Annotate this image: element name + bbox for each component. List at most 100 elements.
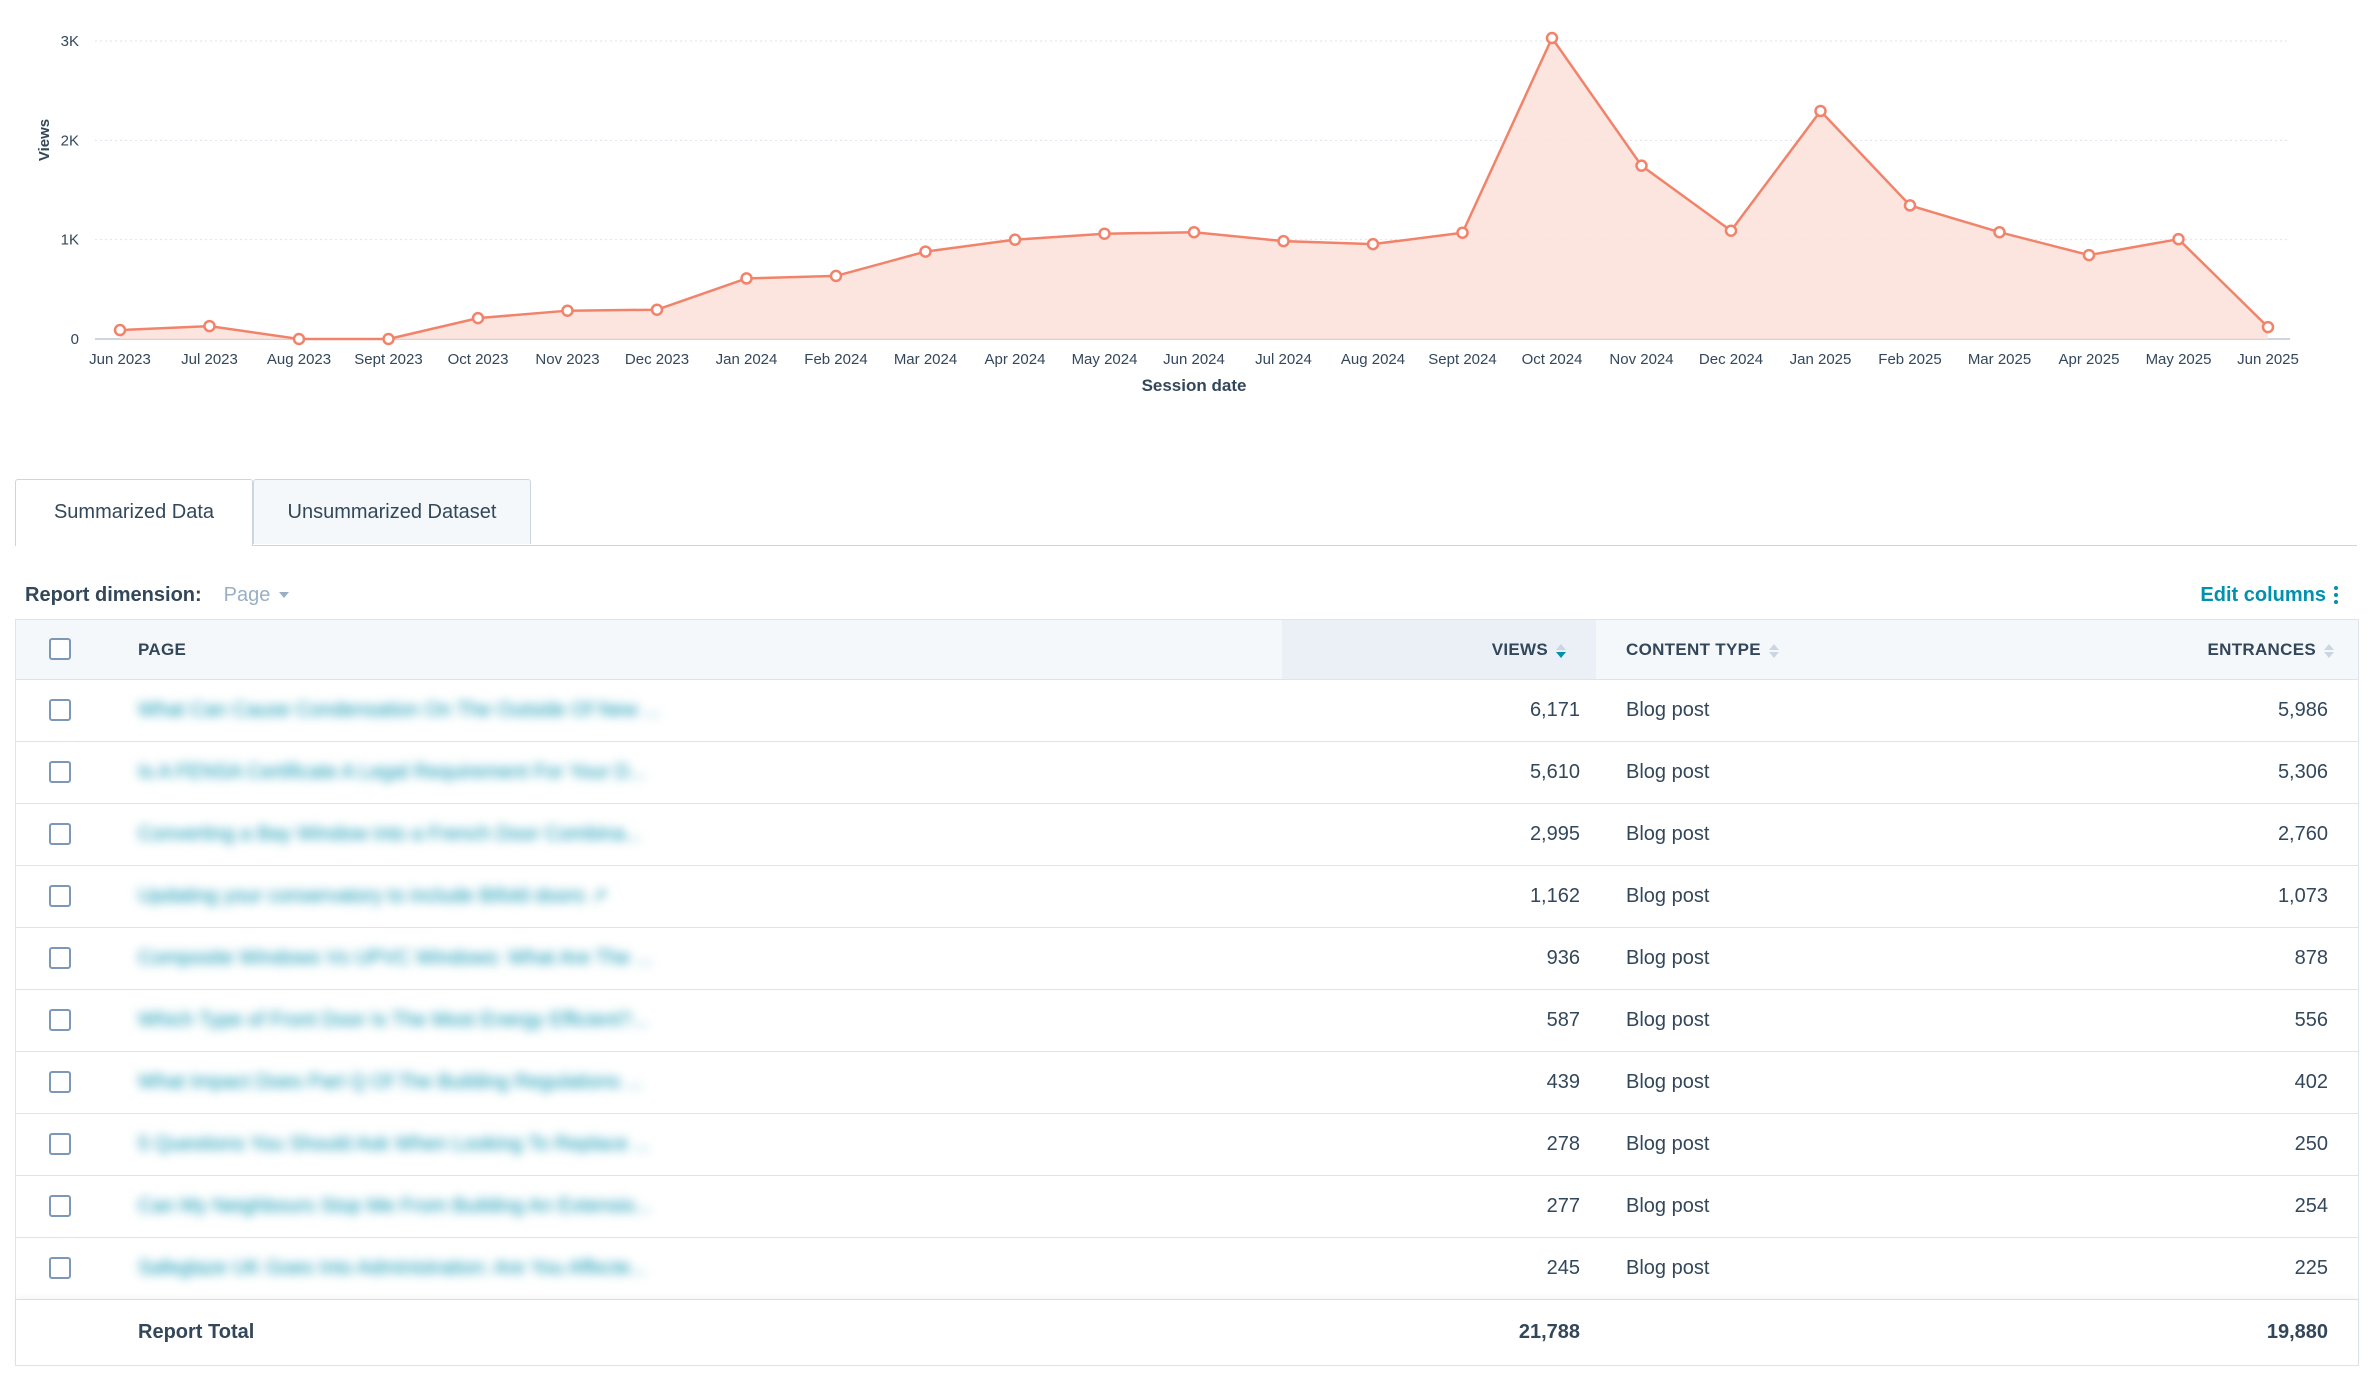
x-tick-label: Jul 2024 — [1255, 351, 1312, 368]
content-type-cell: Blog post — [1626, 1009, 1710, 1031]
data-point[interactable] — [650, 303, 664, 316]
x-tick-label: Oct 2024 — [1522, 351, 1583, 368]
x-tick-label: Jan 2024 — [716, 351, 778, 368]
x-tick-label: Jul 2023 — [181, 351, 238, 368]
row-checkbox[interactable] — [49, 761, 71, 783]
row-checkbox[interactable] — [49, 1133, 71, 1155]
page-link[interactable]: Composite Windows Vs UPVC Windows: What … — [138, 928, 668, 989]
x-tick-label: Aug 2024 — [1341, 351, 1405, 368]
views-cell: 6,171 — [1529, 699, 1580, 721]
data-point[interactable] — [1008, 233, 1022, 246]
page-link[interactable]: What Can Cause Condensation On The Outsi… — [138, 680, 668, 741]
report-total-row: Report Total 21,788 19,880 — [16, 1300, 2358, 1366]
x-tick-label: Jun 2023 — [89, 351, 151, 368]
content-type-cell: Blog post — [1626, 885, 1710, 907]
data-point[interactable] — [1993, 225, 2006, 239]
column-header-entrances-label: ENTRANCES — [2207, 640, 2316, 659]
page-link[interactable]: Is A FENSA Certificate A Legal Requireme… — [138, 742, 668, 803]
entrances-cell: 878 — [2294, 947, 2328, 969]
y-tick-label: 1K — [61, 232, 79, 249]
data-point[interactable] — [919, 245, 932, 258]
data-point[interactable] — [1903, 199, 1917, 212]
x-tick-label: Oct 2023 — [448, 351, 509, 368]
views-cell: 5,610 — [1529, 761, 1580, 783]
column-header-page[interactable]: PAGE — [138, 620, 186, 679]
data-point[interactable] — [1814, 104, 1827, 118]
x-axis-ticks: Jun 2023 Jul 2023 Aug 2023 Sept 2023 Oct 202… — [89, 351, 2299, 368]
tab-bar: Summarized Data Unsummarized Dataset — [15, 479, 2357, 546]
data-point[interactable] — [1098, 227, 1111, 240]
tab-unsummarized-dataset[interactable]: Unsummarized Dataset — [253, 479, 531, 544]
data-point[interactable] — [1456, 226, 1469, 239]
row-checkbox[interactable] — [49, 1257, 71, 1279]
column-header-entrances[interactable]: ENTRANCES — [2207, 620, 2334, 679]
chart-area-layer — [119, 36, 2269, 341]
edit-columns-button[interactable]: Edit columns — [2200, 580, 2338, 610]
entrances-cell: 250 — [2294, 1133, 2328, 1155]
page-link[interactable]: Converting a Bay Window into a French Do… — [138, 804, 668, 865]
page-link[interactable]: Safeglaze UK Goes Into Administration: A… — [138, 1238, 668, 1299]
content-type-cell: Blog post — [1626, 1195, 1710, 1217]
row-checkbox[interactable] — [49, 947, 71, 969]
table-row: Composite Windows Vs UPVC Windows: What … — [16, 928, 2358, 990]
sort-descending-icon — [1556, 643, 1566, 658]
column-header-content-type[interactable]: CONTENT TYPE — [1626, 620, 1779, 679]
data-point[interactable] — [1187, 225, 1201, 239]
column-header-views[interactable]: VIEWS — [1282, 620, 1596, 679]
tab-summarized-data[interactable]: Summarized Data — [15, 479, 253, 546]
data-point[interactable] — [561, 304, 574, 317]
data-point[interactable] — [1366, 237, 1380, 251]
data-point[interactable] — [471, 311, 485, 325]
report-dimension-dropdown[interactable]: Page — [224, 584, 290, 607]
data-point[interactable] — [1277, 234, 1290, 248]
y-tick-label: 2K — [61, 132, 79, 149]
x-tick-label: Dec 2024 — [1699, 351, 1763, 368]
row-checkbox[interactable] — [49, 1071, 71, 1093]
row-checkbox[interactable] — [49, 1195, 71, 1217]
select-all-checkbox[interactable] — [49, 638, 71, 660]
entrances-cell: 5,986 — [2277, 699, 2328, 721]
x-tick-label: Jun 2024 — [1163, 351, 1225, 368]
data-point[interactable] — [829, 269, 843, 283]
sort-icon — [1768, 643, 1779, 658]
data-point[interactable] — [2261, 320, 2275, 334]
table-row: Safeglaze UK Goes Into Administration: A… — [16, 1238, 2358, 1300]
x-tick-label: Dec 2023 — [625, 351, 689, 368]
page-link[interactable]: Updating your conservatory to include Bi… — [138, 866, 668, 927]
x-tick-label: Aug 2023 — [267, 351, 331, 368]
page-link[interactable]: 5 Questions You Should Ask When Looking … — [138, 1114, 668, 1175]
data-point[interactable] — [113, 323, 127, 337]
data-point[interactable] — [1635, 159, 1648, 172]
data-point[interactable] — [382, 332, 395, 346]
data-point[interactable] — [2172, 232, 2185, 246]
report-total-entrances: 19,880 — [2266, 1321, 2328, 1343]
page-link[interactable]: What Impact Does Part Q Of The Building … — [138, 1052, 668, 1113]
page-link[interactable]: Can My Neighbours Stop Me From Building … — [138, 1176, 668, 1237]
row-checkbox[interactable] — [49, 1009, 71, 1031]
table-row: Can My Neighbours Stop Me From Building … — [16, 1176, 2358, 1238]
entrances-cell: 2,760 — [2277, 823, 2328, 845]
row-checkbox[interactable] — [49, 885, 71, 907]
data-point[interactable] — [1724, 224, 1738, 237]
row-checkbox[interactable] — [49, 699, 71, 721]
data-point[interactable] — [292, 332, 306, 346]
edit-columns-label: Edit columns — [2200, 583, 2326, 606]
report-dimension-label: Report dimension: — [25, 583, 202, 606]
views-cell: 245 — [1546, 1257, 1580, 1279]
row-checkbox[interactable] — [49, 823, 71, 845]
x-tick-label: Jun 2025 — [2237, 351, 2299, 368]
page-link[interactable]: Which Type of Front Door Is The Most Ene… — [138, 990, 668, 1051]
data-point[interactable] — [1545, 31, 1559, 45]
x-tick-label: Feb 2025 — [1878, 351, 1941, 368]
views-cell: 1,162 — [1529, 885, 1580, 907]
x-axis-label: Session date — [1142, 376, 1247, 395]
x-tick-label: Apr 2024 — [985, 351, 1046, 368]
x-tick-label: May 2024 — [1072, 351, 1138, 368]
data-point[interactable] — [203, 319, 216, 333]
views-cell: 587 — [1546, 1009, 1580, 1031]
y-axis-label: Views — [36, 119, 53, 161]
data-point[interactable] — [740, 272, 753, 285]
x-tick-label: Sept 2023 — [354, 351, 422, 368]
data-point[interactable] — [2082, 248, 2096, 262]
table-row: Updating your conservatory to include Bi… — [16, 866, 2358, 928]
